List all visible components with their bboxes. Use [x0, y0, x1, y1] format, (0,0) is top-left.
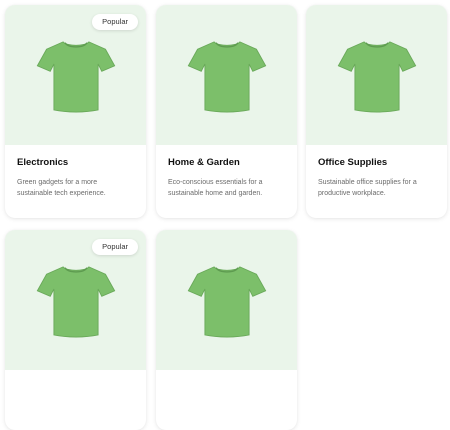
product-card[interactable]: Popular [5, 230, 146, 430]
product-image [306, 5, 447, 145]
popular-badge: Popular [92, 239, 138, 255]
product-description: Sustainable office supplies for a produc… [318, 179, 417, 197]
product-card-office-supplies[interactable]: Office Supplies Sustainable office suppl… [306, 5, 447, 218]
product-title: Office Supplies [318, 157, 388, 168]
product-image: Popular [5, 5, 146, 145]
product-title: Electronics [17, 157, 69, 168]
product-card-home-garden[interactable]: Home & Garden Eco-conscious essentials f… [156, 5, 297, 218]
product-description: Eco-conscious essentials for a sustainab… [168, 179, 263, 197]
popular-badge: Popular [92, 14, 138, 30]
tshirt-icon [187, 41, 266, 113]
product-title: Home & Garden [168, 157, 240, 168]
tshirt-icon [36, 41, 115, 113]
product-description: Green gadgets for a more sustainable tec… [17, 179, 106, 197]
product-image: Popular [5, 230, 146, 370]
product-image [156, 5, 297, 145]
product-card[interactable] [156, 230, 297, 430]
tshirt-icon [187, 266, 266, 338]
tshirt-icon [36, 266, 115, 338]
tshirt-icon [337, 41, 416, 113]
product-image [156, 230, 297, 370]
product-card-electronics[interactable]: Popular Electronics Green gadgets for a … [5, 5, 146, 218]
